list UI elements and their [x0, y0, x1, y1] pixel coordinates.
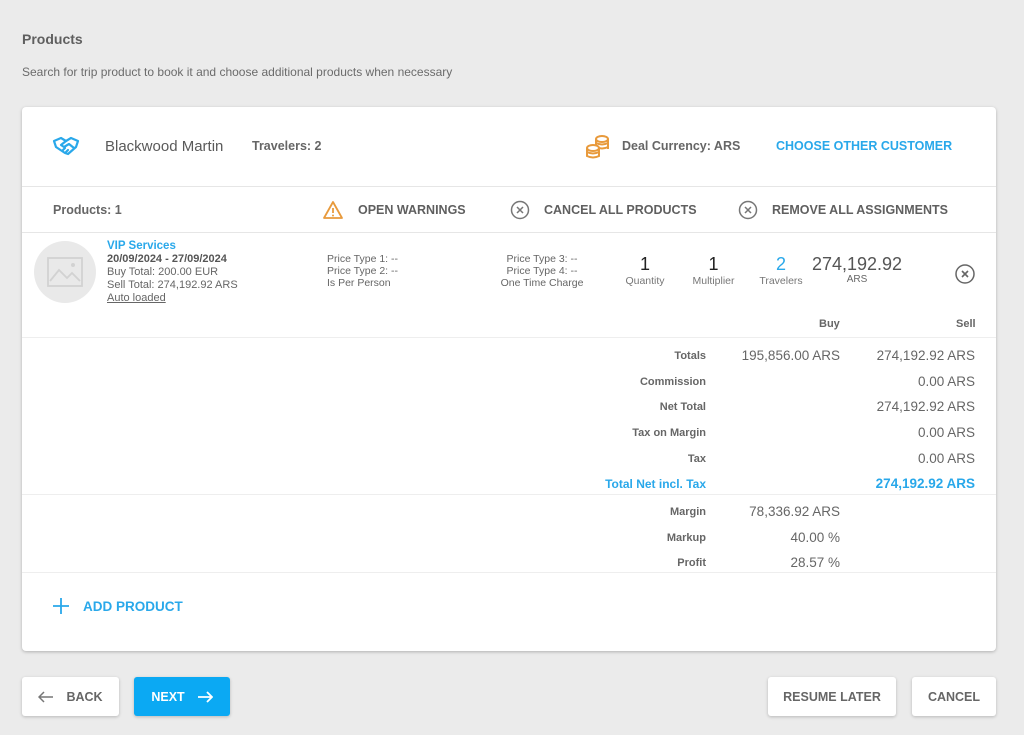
page-subtitle: Search for trip product to book it and c…	[22, 65, 453, 79]
summary-sell-value: 274,192.92 ARS	[876, 399, 975, 414]
summary-buy-value: 195,856.00 ARS	[741, 348, 840, 363]
remove-all-assignments-button[interactable]: REMOVE ALL ASSIGNMENTS	[738, 198, 948, 222]
sell-column-header: Sell	[956, 318, 976, 330]
image-placeholder-icon	[47, 257, 83, 287]
cancel-all-products-button[interactable]: CANCEL ALL PRODUCTS	[510, 198, 697, 222]
product-info: VIP Services 20/09/2024 - 27/09/2024 Buy…	[107, 240, 238, 305]
product-name-link[interactable]: VIP Services	[107, 240, 238, 253]
product-dates: 20/09/2024 - 27/09/2024	[107, 253, 227, 265]
add-product-label: ADD PRODUCT	[83, 598, 183, 614]
summary-row-margin: Margin 78,336.92 ARS	[22, 499, 996, 525]
customer-header: Blackwood Martin Travelers: 2 Deal Curre…	[22, 107, 996, 187]
price-type-1: Price Type 1: --	[327, 253, 398, 265]
summary-label: Commission	[639, 376, 706, 388]
summary-label: Tax on Margin	[632, 427, 706, 439]
price-types-right: Price Type 3: -- Price Type 4: -- One Ti…	[492, 253, 592, 289]
summary-label: Total Net incl. Tax	[605, 477, 706, 491]
cancel-label: CANCEL	[927, 689, 981, 704]
summary-buy-value: 40.00 %	[790, 530, 840, 545]
cancel-all-products-label: CANCEL ALL PRODUCTS	[544, 203, 697, 217]
summary-row-markup: Markup 40.00 %	[22, 525, 996, 551]
travelers-value[interactable]: 2	[755, 254, 807, 274]
back-label: BACK	[66, 689, 103, 704]
products-card: Blackwood Martin Travelers: 2 Deal Curre…	[22, 107, 996, 651]
products-actions-bar: Products: 1 OPEN WARNINGS CANCEL ALL PRO…	[22, 187, 996, 233]
warning-icon	[323, 201, 343, 219]
travelers-count: Travelers: 2	[252, 139, 322, 153]
coins-icon	[585, 134, 611, 165]
summary-row-totals: Totals 195,856.00 ARS 274,192.92 ARS	[22, 343, 996, 369]
product-sell-price: 274,192.92 ARS	[807, 254, 907, 285]
next-label: NEXT	[151, 689, 185, 704]
product-sell-total: Sell Total: 274,192.92 ARS	[107, 279, 238, 291]
remove-product-button[interactable]	[954, 263, 976, 290]
summary-row-tax-on-margin: Tax on Margin 0.00 ARS	[22, 420, 996, 446]
multiplier-field[interactable]: 1 Multiplier	[686, 254, 741, 287]
handshake-icon	[52, 135, 80, 162]
summary-buy-value: 78,336.92 ARS	[749, 504, 840, 519]
sell-price-currency: ARS	[846, 274, 868, 285]
quantity-value[interactable]: 1	[620, 254, 670, 274]
quantity-label: Quantity	[625, 275, 665, 287]
open-warnings-label: OPEN WARNINGS	[358, 203, 466, 217]
auto-loaded-link[interactable]: Auto loaded	[107, 292, 238, 305]
sell-price-value: 274,192.92	[811, 254, 903, 274]
buy-column-header: Buy	[819, 318, 840, 330]
travelers-field[interactable]: 2 Travelers	[755, 254, 807, 287]
summary-sell-value: 0.00 ARS	[917, 374, 975, 389]
summary-label: Totals	[674, 350, 706, 362]
quantity-field[interactable]: 1 Quantity	[620, 254, 670, 287]
resume-later-label: RESUME LATER	[783, 689, 881, 704]
summary-sell-value: 274,192.92 ARS	[875, 476, 975, 491]
summary-label: Net Total	[659, 401, 706, 413]
summary-label: Markup	[666, 532, 706, 544]
profit-section: Margin 78,336.92 ARS Markup 40.00 % Prof…	[22, 495, 996, 573]
open-warnings-button[interactable]: OPEN WARNINGS	[322, 198, 466, 222]
multiplier-value[interactable]: 1	[686, 254, 741, 274]
summary-row-profit: Profit 28.57 %	[22, 550, 996, 576]
totals-section: Totals 195,856.00 ARS 274,192.92 ARS Com…	[22, 338, 996, 495]
summary-row-total-net-incl-tax: Total Net incl. Tax 274,192.92 ARS	[22, 471, 996, 497]
arrow-left-icon	[38, 690, 54, 703]
next-button[interactable]: NEXT	[134, 677, 230, 716]
products-count: Products: 1	[53, 203, 122, 217]
summary-label: Profit	[677, 557, 706, 569]
summary-sell-value: 274,192.92 ARS	[876, 348, 975, 363]
resume-later-button[interactable]: RESUME LATER	[768, 677, 896, 716]
page-title: Products	[22, 31, 83, 47]
summary-row-commission: Commission 0.00 ARS	[22, 369, 996, 395]
price-type-4: Price Type 4: --	[506, 265, 578, 277]
add-product-button[interactable]: ADD PRODUCT	[52, 597, 183, 615]
cancel-button[interactable]: CANCEL	[912, 677, 996, 716]
multiplier-label: Multiplier	[692, 275, 735, 287]
customer-name: Blackwood Martin	[105, 138, 224, 155]
deal-currency: Deal Currency: ARS	[622, 139, 741, 153]
price-type-2: Price Type 2: --	[327, 265, 398, 277]
arrow-right-icon	[197, 690, 213, 703]
cancel-circle-icon	[510, 200, 530, 220]
one-time-charge-label: One Time Charge	[500, 277, 584, 289]
price-types-left: Price Type 1: -- Price Type 2: -- Is Per…	[327, 253, 398, 289]
remove-circle-icon	[738, 200, 758, 220]
choose-other-customer-button[interactable]: CHOOSE OTHER CUSTOMER	[776, 139, 952, 153]
summary-row-net-total: Net Total 274,192.92 ARS	[22, 394, 996, 420]
plus-icon	[53, 598, 69, 614]
summary-label: Tax	[687, 453, 706, 465]
summary-buy-value: 28.57 %	[790, 555, 840, 570]
summary-sell-value: 0.00 ARS	[917, 451, 975, 466]
summary-label: Margin	[669, 506, 706, 518]
summary-row-tax: Tax 0.00 ARS	[22, 446, 996, 472]
per-person-label: Is Per Person	[327, 277, 391, 289]
travelers-label: Travelers	[759, 275, 803, 287]
back-button[interactable]: BACK	[22, 677, 119, 716]
price-type-3: Price Type 3: --	[506, 253, 578, 265]
close-circle-icon	[955, 264, 975, 284]
product-thumbnail	[34, 241, 96, 303]
product-buy-total: Buy Total: 200.00 EUR	[107, 266, 219, 278]
summary-sell-value: 0.00 ARS	[917, 425, 975, 440]
remove-all-assignments-label: REMOVE ALL ASSIGNMENTS	[772, 203, 948, 217]
product-row: VIP Services 20/09/2024 - 27/09/2024 Buy…	[22, 233, 996, 338]
